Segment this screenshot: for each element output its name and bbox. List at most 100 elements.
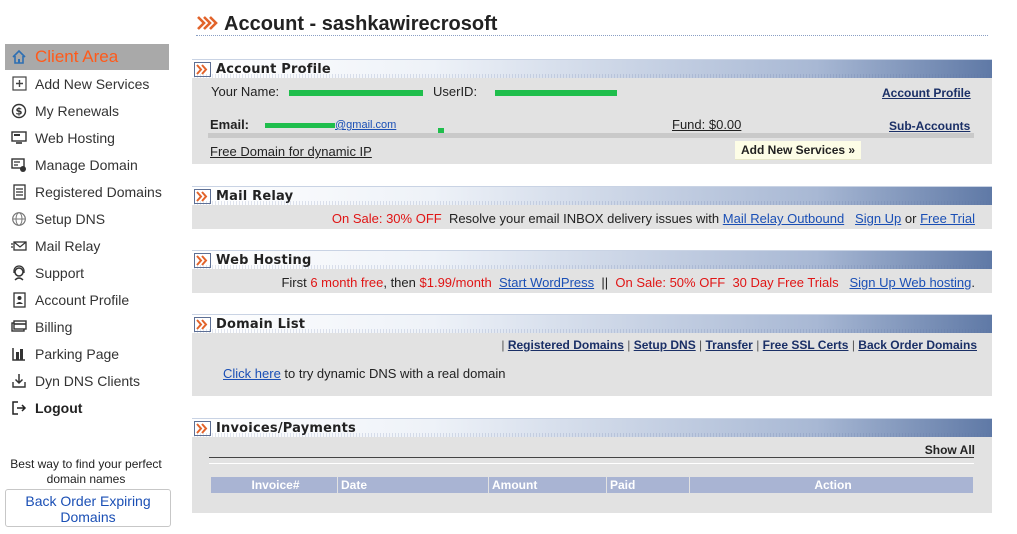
invoices-table-header: Invoice# Date Amount Paid Action <box>211 477 973 493</box>
sign-up-link[interactable]: Sign Up <box>855 211 901 226</box>
sidebar-item-label: Logout <box>35 399 83 416</box>
chevron-right-icon <box>194 61 211 77</box>
sidebar-item-label: Dyn DNS Clients <box>35 372 141 389</box>
sidebar-item-setup-dns[interactable]: Setup DNS <box>5 205 169 232</box>
sidebar-item-mail-relay[interactable]: Mail Relay <box>5 232 169 259</box>
sidebar-item-label: Client Area <box>35 47 119 66</box>
userid-row: UserID: <box>433 84 617 99</box>
sub-accounts-link[interactable]: Sub-Accounts <box>889 119 970 133</box>
account-profile-link[interactable]: Account Profile <box>882 86 971 100</box>
column-header-paid: Paid <box>607 477 690 493</box>
sidebar-item-add-new-services[interactable]: Add New Services <box>5 70 169 97</box>
start-wordpress-link[interactable]: Start WordPress <box>499 275 594 290</box>
sidebar-item-label: Billing <box>35 318 73 335</box>
free-ssl-certs-link[interactable]: Free SSL Certs <box>763 338 849 352</box>
mail-relay-panel: Mail Relay On Sale: 30% OFF Resolve your… <box>192 186 992 229</box>
back-order-button[interactable]: Back Order Expiring Domains <box>5 489 171 527</box>
your-name-row: Your Name: <box>211 84 423 99</box>
sidebar-item-support[interactable]: Support <box>5 259 169 286</box>
panel-title: Web Hosting <box>216 252 312 268</box>
add-new-services-button[interactable]: Add New Services » <box>735 141 862 160</box>
home-icon <box>10 48 28 66</box>
sale-text: On Sale: 30% OFF <box>331 211 442 226</box>
free-domain-link[interactable]: Free Domain for dynamic IP <box>210 144 372 159</box>
price-text: $1.99/month <box>419 275 492 290</box>
sidebar-item-label: Support <box>35 264 85 281</box>
billing-icon <box>10 318 28 336</box>
sidebar-item-registered-domains[interactable]: Registered Domains <box>5 178 169 205</box>
dollar-circle-icon: $ <box>10 102 28 120</box>
sidebar-item-label: Web Hosting <box>35 129 115 146</box>
show-all-link[interactable]: Show All <box>925 443 975 457</box>
promo-text: Best way to find your perfect domain nam… <box>10 457 162 486</box>
your-name-label: Your Name: <box>211 84 280 99</box>
sidebar-item-manage-domain[interactable]: Manage Domain <box>5 151 169 178</box>
page-title-bar: Account - sashkawirecrosoft <box>196 13 988 36</box>
sidebar-item-client-area[interactable]: Client Area <box>5 44 169 70</box>
sidebar-item-dyn-dns-clients[interactable]: Dyn DNS Clients <box>5 367 169 394</box>
mail-relay-row: On Sale: 30% OFF Resolve your email INBO… <box>332 211 975 226</box>
mail-relay-outbound-link[interactable]: Mail Relay Outbound <box>723 211 844 226</box>
redacted-mask <box>494 89 617 96</box>
sidebar-item-web-hosting[interactable]: Web Hosting <box>5 124 169 151</box>
sidebar-item-label: Account Profile <box>35 291 130 308</box>
chevron-right-icon <box>194 252 211 268</box>
dynamic-dns-text: to try dynamic DNS with a real domain <box>284 366 506 381</box>
panel-header: Account Profile <box>192 59 992 78</box>
sign-up-web-hosting-link[interactable]: Sign Up Web hosting <box>849 275 971 290</box>
divider <box>209 457 974 458</box>
server-icon <box>10 129 28 147</box>
column-header-amount: Amount <box>489 477 607 493</box>
column-header-action: Action <box>814 478 852 492</box>
sidebar-item-billing[interactable]: Billing <box>5 313 169 340</box>
click-here-link[interactable]: Click here <box>223 366 281 381</box>
period: . <box>971 275 975 290</box>
plus-box-icon <box>10 75 28 93</box>
sidebar-item-account-profile[interactable]: Account Profile <box>5 286 169 313</box>
domain-list-panel: Domain List | Registered Domains | Setup… <box>192 314 992 396</box>
page-title: Account - sashkawirecrosoft <box>224 12 498 35</box>
sale-text: On Sale: 50% OFF <box>615 275 726 290</box>
parking-icon <box>10 345 28 363</box>
setup-dns-link[interactable]: Setup DNS <box>634 338 696 352</box>
account-profile-panel: Account Profile Your Name: UserID: Accou… <box>192 59 992 164</box>
panel-title: Mail Relay <box>216 188 294 204</box>
redacted-mask <box>288 89 423 96</box>
domain-links-row: | Registered Domains | Setup DNS | Trans… <box>501 338 977 352</box>
panel-header: Domain List <box>192 314 992 333</box>
column-header-date: Date <box>338 477 489 493</box>
sidebar-item-label: Parking Page <box>35 345 120 362</box>
sidebar: Client Area Add New Services $ My Renewa… <box>5 44 169 421</box>
sidebar-item-label: Manage Domain <box>35 156 138 173</box>
svg-text:$: $ <box>16 106 23 117</box>
headset-icon <box>10 264 28 282</box>
fund-link[interactable]: Fund: $0.00 <box>672 117 741 132</box>
free-trial-link[interactable]: Free Trial <box>920 211 975 226</box>
domain-icon <box>10 156 28 174</box>
first-text: First <box>281 275 307 290</box>
panel-title: Account Profile <box>216 61 331 77</box>
panel-header: Mail Relay <box>192 186 992 205</box>
profile-icon <box>10 291 28 309</box>
separator: || <box>601 275 609 290</box>
sidebar-item-logout[interactable]: Logout <box>5 394 169 421</box>
chevron-right-icon <box>194 316 211 332</box>
sidebar-item-label: Add New Services <box>35 75 150 92</box>
sidebar-item-my-renewals[interactable]: $ My Renewals <box>5 97 169 124</box>
mail-icon <box>10 237 28 255</box>
email-link[interactable]: @gmail.com <box>335 119 396 131</box>
then-text: , then <box>383 275 416 290</box>
transfer-link[interactable]: Transfer <box>706 338 753 352</box>
registered-domains-link[interactable]: Registered Domains <box>508 338 624 352</box>
column-header-invoice: Invoice# <box>211 477 338 493</box>
mail-relay-text: Resolve your email INBOX delivery issues… <box>448 211 720 226</box>
free-text: 6 month free <box>310 275 384 290</box>
or-text: or <box>904 211 917 226</box>
userid-label: UserID: <box>433 84 478 99</box>
email-row: @gmail.com <box>265 119 396 131</box>
sidebar-item-label: Setup DNS <box>35 210 106 227</box>
back-order-domains-link[interactable]: Back Order Domains <box>858 338 977 352</box>
logout-icon <box>10 399 28 417</box>
sidebar-item-parking-page[interactable]: Parking Page <box>5 340 169 367</box>
globe-icon <box>10 210 28 228</box>
